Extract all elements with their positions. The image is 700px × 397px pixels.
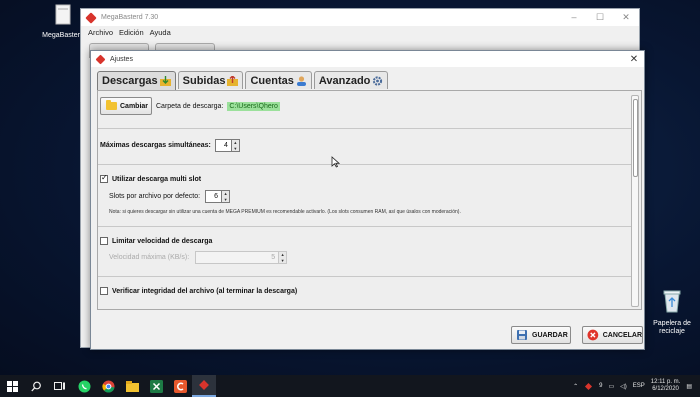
dialog-titlebar[interactable]: Ajustes ✕	[91, 51, 644, 67]
divider	[98, 276, 631, 277]
verify-row: Verificar integridad del archivo (al ter…	[100, 287, 297, 295]
limit-speed-row: Limitar velocidad de descarga	[100, 237, 212, 245]
tray-badge: 9	[599, 383, 603, 389]
whatsapp-icon[interactable]	[72, 375, 96, 397]
volume-icon[interactable]: ◁)	[620, 383, 627, 390]
change-folder-button[interactable]: Cambiar	[100, 97, 152, 115]
settings-panel[interactable]: Cambiar Carpeta de descarga: C:\Users\Qh…	[97, 90, 642, 310]
main-menu-bar: Archivo Edición Ayuda	[81, 26, 639, 39]
divider	[98, 128, 631, 129]
show-hidden-icons-icon[interactable]: ⌃	[573, 383, 578, 390]
multi-slot-note: Nota: si quieres descargar sin utilizar …	[109, 209, 461, 215]
divider	[98, 226, 631, 227]
max-downloads-spinner[interactable]: 4 ▲ ▼	[214, 139, 240, 152]
tab-subidas[interactable]: Subidas	[177, 71, 244, 89]
search-icon[interactable]	[24, 375, 48, 397]
file-explorer-icon[interactable]	[120, 375, 144, 397]
camtasia-icon[interactable]	[168, 375, 192, 397]
app-logo-icon	[85, 11, 97, 24]
upload-arrow-icon	[227, 75, 239, 86]
multi-slot-label: Utilizar descarga multi slot	[112, 175, 202, 183]
verify-label: Verificar integridad del archivo (al ter…	[112, 287, 298, 295]
dialog-close-icon[interactable]: ✕	[624, 54, 644, 65]
change-folder-button-label: Cambiar	[120, 102, 149, 110]
max-speed-label: Velocidad máxima (KB/s):	[109, 254, 190, 261]
spin-down-icon[interactable]: ▼	[222, 197, 229, 203]
megabasterd-tray-icon[interactable]	[584, 382, 593, 391]
cancel-button[interactable]: CANCELAR	[582, 326, 643, 344]
settings-tabs: Descargas Subidas Cuentas Avanzado	[97, 71, 389, 90]
gear-icon	[373, 75, 383, 86]
limit-speed-checkbox[interactable]	[100, 237, 108, 245]
task-view-icon[interactable]	[48, 375, 72, 397]
close-icon[interactable]: ✕	[613, 12, 639, 23]
verify-checkbox[interactable]	[100, 287, 108, 295]
megabasterd-taskbar-icon[interactable]	[192, 375, 216, 397]
file-icon	[55, 4, 71, 25]
main-window-title: MegaBasterd 7.30	[101, 14, 159, 21]
max-speed-value: 5	[195, 251, 280, 264]
menu-archivo[interactable]: Archivo	[88, 28, 113, 37]
recycle-bin[interactable]: Papelera de reciclaje	[646, 288, 698, 336]
windows-start-icon[interactable]	[0, 375, 24, 397]
notifications-icon[interactable]: ▤	[686, 383, 692, 390]
tab-descargas[interactable]: Descargas	[97, 71, 176, 90]
system-tray: ⌃ 9 ▭ ◁) ESP 12:11 p. m. 6/12/2020 ▤	[573, 379, 700, 394]
max-speed-spinner: 5 ▲ ▼	[195, 251, 288, 264]
clock-date: 6/12/2020	[652, 386, 679, 392]
tab-subidas-label: Subidas	[182, 74, 226, 87]
slots-row: Slots por archivo por defecto: 6 ▲ ▼	[109, 190, 231, 203]
clock[interactable]: 12:11 p. m. 6/12/2020	[651, 379, 681, 394]
dialog-title: Ajustes	[110, 55, 133, 63]
minimize-icon[interactable]: –	[561, 12, 587, 23]
cancel-button-label: CANCELAR	[602, 331, 642, 339]
excel-icon[interactable]	[144, 375, 168, 397]
language-indicator[interactable]: ESP	[633, 383, 645, 389]
menu-ayuda[interactable]: Ayuda	[150, 28, 171, 37]
chrome-icon[interactable]	[96, 375, 120, 397]
download-folder-row: Cambiar Carpeta de descarga: C:\Users\Qh…	[100, 97, 280, 115]
recycle-bin-icon	[663, 290, 681, 313]
download-arrow-icon	[159, 76, 171, 86]
download-folder-path: C:\Users\Qhero	[227, 101, 280, 111]
tab-avanzado-label: Avanzado	[318, 74, 371, 87]
save-button-label: GUARDAR	[532, 331, 568, 339]
tab-cuentas[interactable]: Cuentas	[245, 71, 312, 89]
limit-speed-label: Limitar velocidad de descarga	[112, 237, 213, 245]
spin-down-icon: ▼	[280, 258, 285, 263]
taskbar: ⌃ 9 ▭ ◁) ESP 12:11 p. m. 6/12/2020 ▤	[0, 375, 700, 397]
clock-time: 12:11 p. m.	[650, 378, 681, 385]
tab-cuentas-label: Cuentas	[250, 74, 294, 87]
settings-scrollbar[interactable]	[631, 95, 639, 307]
tab-descargas-label: Descargas	[102, 75, 158, 87]
spin-down-icon[interactable]: ▼	[232, 146, 239, 152]
multi-slot-checkbox[interactable]	[100, 173, 108, 183]
user-icon	[296, 75, 306, 86]
max-speed-row: Velocidad máxima (KB/s): 5 ▲ ▼	[109, 251, 288, 264]
max-downloads-value[interactable]: 4	[214, 139, 232, 152]
cancel-icon	[587, 329, 599, 341]
save-disk-icon	[517, 330, 527, 340]
recycle-bin-label-2: reciclaje	[659, 328, 685, 336]
multi-slot-row: Utilizar descarga multi slot	[100, 173, 202, 183]
divider	[98, 164, 631, 165]
download-folder-label: Carpeta de descarga:	[156, 102, 224, 110]
network-icon[interactable]: ▭	[608, 383, 614, 390]
max-downloads-label: Máximas descargas simultáneas:	[100, 142, 211, 149]
app-logo-icon	[95, 54, 106, 64]
save-button[interactable]: GUARDAR	[511, 326, 571, 344]
recycle-bin-label-1: Papelera de	[653, 320, 691, 328]
scrollbar-thumb[interactable]	[633, 99, 638, 177]
maximize-icon[interactable]: ☐	[587, 12, 613, 23]
slots-label: Slots por archivo por defecto:	[109, 193, 201, 200]
main-window-titlebar[interactable]: MegaBasterd 7.30 – ☐ ✕	[81, 9, 639, 26]
max-downloads-row: Máximas descargas simultáneas: 4 ▲ ▼	[100, 139, 240, 152]
folder-icon	[106, 100, 117, 110]
tab-avanzado[interactable]: Avanzado	[313, 71, 389, 89]
slots-value[interactable]: 6	[205, 190, 223, 203]
settings-dialog: Ajustes ✕ Descargas Subidas Cuentas Avan…	[90, 50, 645, 350]
mouse-pointer-icon	[331, 156, 340, 168]
menu-edicion[interactable]: Edición	[119, 28, 144, 37]
slots-spinner[interactable]: 6 ▲ ▼	[205, 190, 231, 203]
